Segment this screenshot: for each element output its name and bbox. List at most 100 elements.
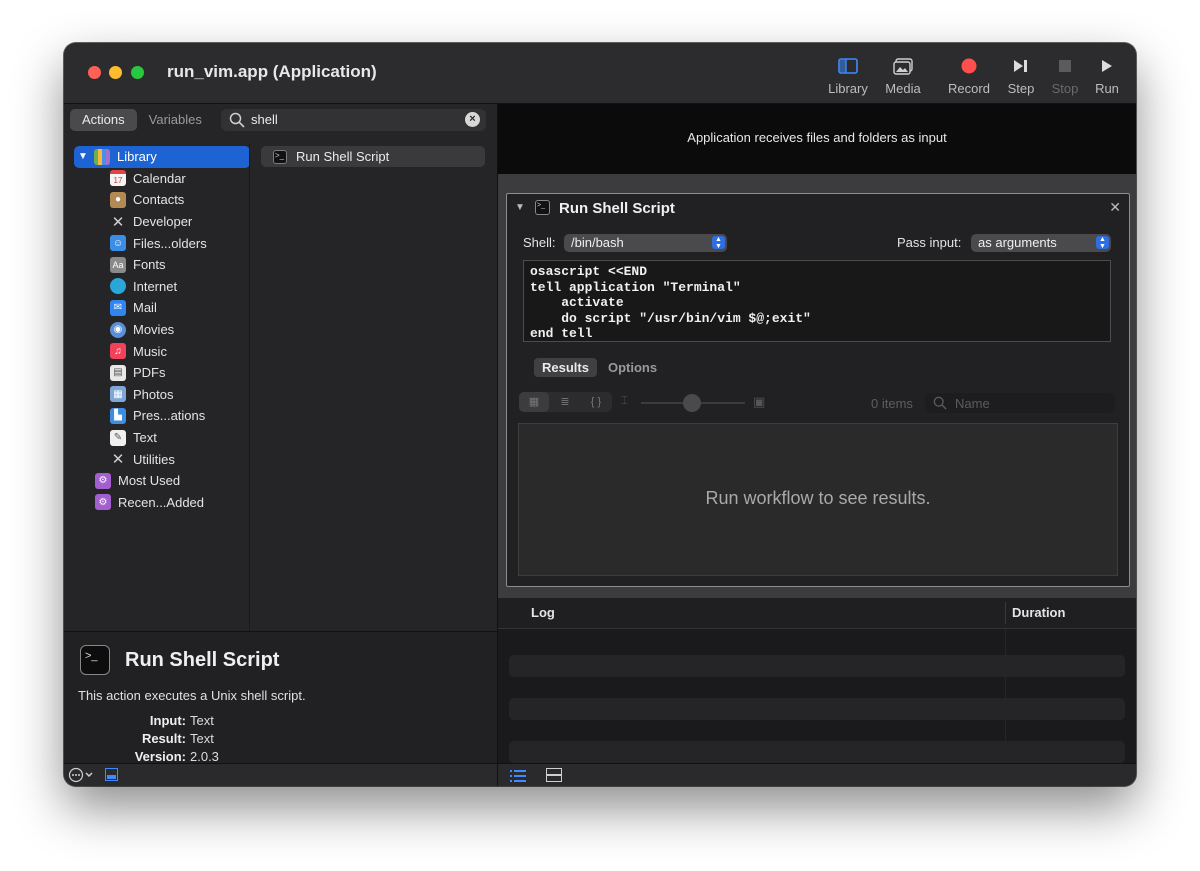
developer-icon: ✕ [111,213,125,231]
library-item-text[interactable]: ✎ Text [74,427,250,449]
library-item-internet[interactable]: Internet [74,276,250,298]
terminal-icon: >_ [535,200,550,215]
name-filter-placeholder: Name [955,396,990,411]
list-view-icon[interactable]: ≣ [550,392,580,412]
large-size-icon: ▣ [753,394,766,409]
shell-label: Shell: [523,235,556,250]
library-item-label: Calendar [133,170,186,186]
library-item-label: Text [133,430,157,446]
version-label: Version: [134,749,186,764]
maximize-window-button[interactable] [131,66,144,79]
globe-icon [110,278,126,295]
pass-input-select[interactable]: as arguments ▲ ▼ [971,234,1111,252]
search-input[interactable]: shell [251,112,278,127]
smart-folder-recently-added[interactable]: ⚙ Recen...Added [74,492,250,514]
description-toggle-icon[interactable] [105,768,118,786]
library-item-music[interactable]: ♫ Music [74,340,250,362]
column-divider[interactable] [249,144,250,631]
view-mode-control: ▦ ≣ { } [519,392,612,412]
smart-folder-icon: ⚙ [95,494,111,511]
action-description: >_ Run Shell Script This action executes… [64,631,498,764]
automator-window: run_vim.app (Application) Library Media … [64,43,1136,786]
items-count: 0 items [871,396,913,411]
small-size-icon: ⌶ [621,395,628,407]
action-title: Run Shell Script [559,200,675,217]
tab-results[interactable]: Results [534,358,597,377]
script-editor[interactable]: osascript <<END tell application "Termin… [523,260,1111,342]
list-view-icon[interactable] [510,769,526,786]
library-item-files[interactable]: ☺ Files...olders [74,232,250,254]
library-item-movies[interactable]: ◉ Movies [74,319,250,341]
minimize-window-button[interactable] [109,66,122,79]
record-icon [941,55,997,77]
results-tabs: Results Options [534,358,668,377]
run-button[interactable]: Run [1079,55,1135,96]
sidebar-icon [820,55,876,77]
smart-folder-label: Recen...Added [118,494,205,510]
record-button[interactable]: Record [941,55,997,96]
text-icon: ✎ [110,429,126,446]
library-item-fonts[interactable]: Aa Fonts [74,254,250,276]
more-options-icon[interactable] [68,767,96,786]
workflow-header: Application receives files and folders a… [498,104,1136,174]
split-view-icon[interactable] [546,768,562,786]
name-filter-field[interactable]: Name [925,393,1115,413]
library-root-label: Library [117,149,157,165]
clear-search-icon[interactable]: × [465,112,480,127]
tab-options[interactable]: Options [600,358,665,377]
size-slider-knob[interactable] [683,394,701,412]
tab-variables[interactable]: Variables [137,109,214,131]
library-item-pdfs[interactable]: ▤ PDFs [74,362,250,384]
tab-actions[interactable]: Actions [70,109,137,131]
library-item-photos[interactable]: ▦ Photos [74,384,250,406]
utilities-icon: ✕ [111,451,125,469]
library-item-label: Contacts [133,192,185,208]
search-field[interactable]: shell × [221,109,486,131]
library-label: Library [828,81,868,96]
code-view-icon[interactable]: { } [581,392,611,412]
library-item-label: Internet [133,278,178,294]
chevron-down-icon[interactable]: ▼ [78,151,92,162]
panel-tabs: Actions Variables [70,109,214,131]
action-item-label: Run Shell Script [296,149,390,164]
library-root[interactable]: ▼ Library [74,146,250,168]
library-item-label: Pres...ations [133,408,206,424]
pass-input-label: Pass input: [897,235,962,250]
log-header: Log Duration [498,598,1136,629]
close-window-button[interactable] [88,66,101,79]
version-value: 2.0.3 [190,749,219,764]
description-text: This action executes a Unix shell script… [78,688,306,703]
shell-select[interactable]: /bin/bash ▲ ▼ [564,234,727,252]
window-title: run_vim.app (Application) [167,62,377,81]
result-label: Result: [141,731,186,746]
record-label: Record [948,81,990,96]
pass-input-value: as arguments [978,235,1057,250]
media-button[interactable]: Media [875,55,931,96]
library-tree: ▼ Library 17 Calendar ● Contacts ✕ Devel… [74,146,250,513]
grid-view-icon[interactable]: ▦ [519,392,549,412]
library-button[interactable]: Library [820,55,876,96]
mail-icon: ✉ [110,299,126,316]
library-panel: Actions Variables shell × ▼ Library 17 C… [64,104,498,631]
library-item-presentations[interactable]: ▙ Pres...ations [74,405,250,427]
library-item-contacts[interactable]: ● Contacts [74,189,250,211]
library-item-calendar[interactable]: 17 Calendar [74,168,250,190]
run-label: Run [1095,81,1119,96]
collapse-chevron-icon[interactable]: ▼ [515,202,525,213]
library-item-mail[interactable]: ✉ Mail [74,297,250,319]
music-icon: ♫ [110,343,126,360]
popup-arrows-icon: ▲ ▼ [1096,236,1109,250]
library-item-developer[interactable]: ✕ Developer [74,211,250,233]
movies-icon: ◉ [110,321,126,338]
library-item-utilities[interactable]: ✕ Utilities [74,448,250,470]
play-icon [1079,55,1135,77]
input-value: Text [190,713,214,728]
column-separator [1005,602,1006,624]
log-column-header[interactable]: Log [531,605,555,620]
smart-folder-most-used[interactable]: ⚙ Most Used [74,470,250,492]
duration-column-header[interactable]: Duration [1012,605,1065,620]
description-title: Run Shell Script [125,649,280,671]
fonts-icon: Aa [110,256,126,273]
close-icon[interactable]: ✕ [1109,199,1121,216]
action-list-item[interactable]: >_ Run Shell Script [261,146,485,167]
